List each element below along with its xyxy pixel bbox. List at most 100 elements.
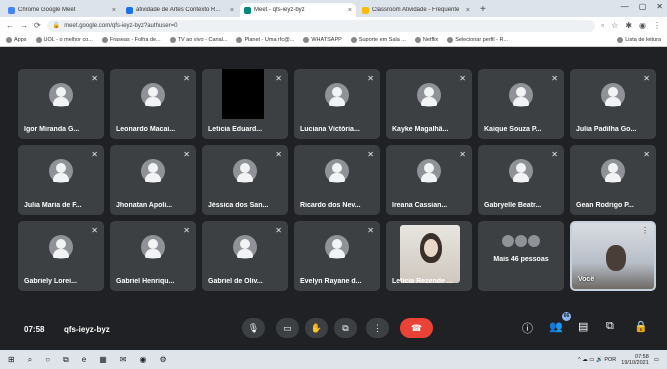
camera-permission-icon[interactable]: ▫ — [601, 21, 604, 30]
participant-tile[interactable]: ✕ Evelyn Rayane d... — [294, 221, 380, 291]
bookmark-link[interactable]: Suporte em Sala ... — [350, 37, 406, 43]
participant-avatar — [141, 83, 165, 107]
maximize-button[interactable]: ▢ — [639, 2, 647, 11]
reading-list-icon — [617, 37, 624, 43]
meeting-time: 07:58 — [24, 325, 45, 334]
notification-icon[interactable]: ▭ — [654, 357, 659, 363]
browser-tab[interactable]: atividade de Artes Contexto R... × — [122, 3, 238, 17]
back-icon[interactable]: ← — [6, 21, 14, 30]
camera-button[interactable]: ▭ — [276, 318, 299, 338]
bookmark-link[interactable]: TV ao vivo - Canal... — [169, 37, 228, 43]
participant-tile[interactable]: ✕ Gean Rodrigo P... — [570, 145, 656, 215]
bookmark-label: TV ao vivo - Canal... — [177, 37, 228, 43]
participant-tile[interactable]: ✕ Gabriel de Oliv... — [202, 221, 288, 291]
taskbar-app-icon[interactable]: ▦ — [99, 355, 107, 365]
forward-icon[interactable]: → — [20, 21, 28, 30]
participant-tile[interactable]: ✕ Kayke Magalhã... — [386, 69, 472, 139]
participant-tile[interactable]: ✕ Ricardo dos Nev... — [294, 145, 380, 215]
participant-tile[interactable]: ✕ Leticia Eduard... — [202, 69, 288, 139]
chat-icon[interactable]: ▤ — [578, 320, 588, 333]
bookmark-link[interactable]: Fraseas - Folha de... — [101, 37, 161, 43]
tab-close-icon[interactable]: × — [466, 7, 470, 14]
leave-call-icon: ☎ — [410, 322, 423, 333]
bookmark-star-icon[interactable]: ☆ — [611, 21, 618, 30]
screen: Chrome Google Meet × atividade de Artes Co… — [0, 0, 667, 369]
participant-tile[interactable]: ✕ Kaique Souza P... — [478, 69, 564, 139]
taskbar-app-icon[interactable]: ◉ — [139, 355, 146, 365]
participant-name: Kaique Souza P... — [484, 126, 542, 133]
meet-participant-grid: ✕ Igor Miranda G... ✕ Leonardo Macai... ✕ Let… — [0, 47, 667, 350]
browser-menu-icon[interactable]: ⋮ — [653, 21, 661, 30]
meeting-details-icon[interactable]: ⓘ — [522, 320, 533, 336]
participant-tile[interactable]: ✕ Gabryelle Beatr... — [478, 145, 564, 215]
activities-icon[interactable]: ⧉ — [606, 320, 614, 333]
taskbar-app-icon[interactable]: e — [82, 355, 86, 365]
profile-avatar-icon[interactable]: ◉ — [639, 21, 646, 30]
window-controls: — ▢ ✕ — [621, 2, 663, 11]
taskbar-app-icon[interactable]: ⊞ — [8, 355, 15, 365]
mic-off-icon: ✕ — [183, 226, 190, 235]
raise-hand-button[interactable]: ✋ — [305, 318, 328, 338]
mic-off-icon: ✕ — [275, 150, 282, 159]
tray-icons[interactable]: ^ ☁ ▭ 🔊 POR — [578, 357, 616, 363]
participant-tile[interactable]: ✕ Ireana Cassian... — [386, 145, 472, 215]
browser-tab[interactable]: Chrome Google Meet × — [4, 3, 120, 17]
bookmark-link[interactable]: UOL - o melhor co... — [35, 37, 93, 43]
close-window-button[interactable]: ✕ — [656, 2, 663, 11]
windows-taskbar: ⊞ ⌕ ○ ⧉ e ▦ ✉ ◉ ⚙ ^ ☁ ▭ 🔊 POR 07:58 19/10/2021 ▭ — [0, 350, 667, 369]
bookmark-favicon-icon — [35, 37, 42, 43]
participant-tile[interactable]: ⋮ Você — [570, 221, 656, 291]
people-icon[interactable]: 👥 — [549, 320, 563, 333]
participant-tile[interactable]: ✕ Julia Padilha Go... — [570, 69, 656, 139]
taskbar-app-icon[interactable]: ⧉ — [63, 355, 69, 365]
participant-tile[interactable]: ✕ Gabriely Lorei... — [18, 221, 104, 291]
mic-button[interactable]: 🎙 — [242, 318, 265, 338]
bookmark-link[interactable]: Planet - Uma rfc@... — [236, 37, 294, 43]
leave-call-button[interactable]: ☎ — [400, 318, 433, 338]
tab-close-icon[interactable]: × — [348, 7, 352, 14]
participant-avatar — [49, 235, 73, 259]
participant-tile[interactable]: Leticia Rezende ... — [386, 221, 472, 291]
reload-icon[interactable]: ⟳ — [34, 21, 41, 30]
browser-tab[interactable]: Meet - qfs-ieyz-byz × — [240, 3, 356, 17]
meet-control-bar: 07:58 qfs-ieyz-byz 🎙 ▭ ✋ ⧉ ⋮ ☎ ⓘ 👥 ▤ ⧉ 🔒 66 — [0, 306, 667, 350]
taskbar-app-icon[interactable]: ⌕ — [28, 355, 32, 365]
extensions-icon[interactable]: ✱ — [625, 21, 632, 30]
tile-menu-icon[interactable]: ⋮ — [641, 226, 649, 235]
more-options-button[interactable]: ⋮ — [366, 318, 389, 338]
participant-tile[interactable]: ✕ Jhonatan Apoli... — [110, 145, 196, 215]
bookmark-favicon-icon — [169, 37, 176, 43]
reading-list-link[interactable]: Lista de leitura — [617, 37, 661, 43]
present-icon: ⧉ — [342, 322, 349, 333]
present-button[interactable]: ⧉ — [334, 318, 357, 338]
bookmark-label: WHATSAPP — [311, 37, 342, 43]
minimize-button[interactable]: — — [621, 2, 629, 11]
participant-name: Julia Maria de F... — [24, 202, 82, 209]
taskbar-app-icon[interactable]: ✉ — [120, 355, 127, 365]
tab-close-icon[interactable]: × — [230, 7, 234, 14]
bookmark-link[interactable]: WHATSAPP — [303, 37, 342, 43]
participant-name: Gabriel de Oliv... — [208, 278, 263, 285]
address-bar[interactable]: 🔒 meet.google.com/qfs-ieyz-byz?authuser=… — [46, 19, 596, 32]
participant-tile[interactable]: ✕ Igor Miranda G... — [18, 69, 104, 139]
host-controls-icon[interactable]: 🔒 — [634, 320, 648, 333]
taskbar-app-icon[interactable]: ⚙ — [159, 355, 166, 365]
bookmark-label: UOL - o melhor co... — [43, 37, 93, 43]
bookmark-link[interactable]: Netflix — [414, 37, 438, 43]
participant-tile[interactable]: ✕ Leonardo Macai... — [110, 69, 196, 139]
participant-tile[interactable]: ✕ Gabriel Henriqu... — [110, 221, 196, 291]
clock[interactable]: 07:58 19/10/2021 — [621, 354, 649, 366]
bookmark-link[interactable]: Selecionar perfil - R... — [447, 37, 508, 43]
bookmark-link[interactable]: Apps — [6, 37, 27, 43]
participant-tile[interactable]: ✕ Julia Maria de F... — [18, 145, 104, 215]
participant-tile[interactable]: ✕ Jéssica dos San... — [202, 145, 288, 215]
participant-avatar — [417, 83, 441, 107]
tab-close-icon[interactable]: × — [112, 7, 116, 14]
browser-tab[interactable]: Classroom Atividade - Frequente × — [358, 3, 474, 17]
new-tab-button[interactable]: + — [480, 3, 486, 17]
tab-favicon-icon — [126, 6, 133, 14]
taskbar-app-icon[interactable]: ○ — [45, 355, 50, 365]
participant-tile[interactable]: ✕ Luciana Victória... — [294, 69, 380, 139]
mic-off-icon: ✕ — [367, 74, 374, 83]
participant-tile[interactable]: Mais 46 pessoas — [478, 221, 564, 291]
